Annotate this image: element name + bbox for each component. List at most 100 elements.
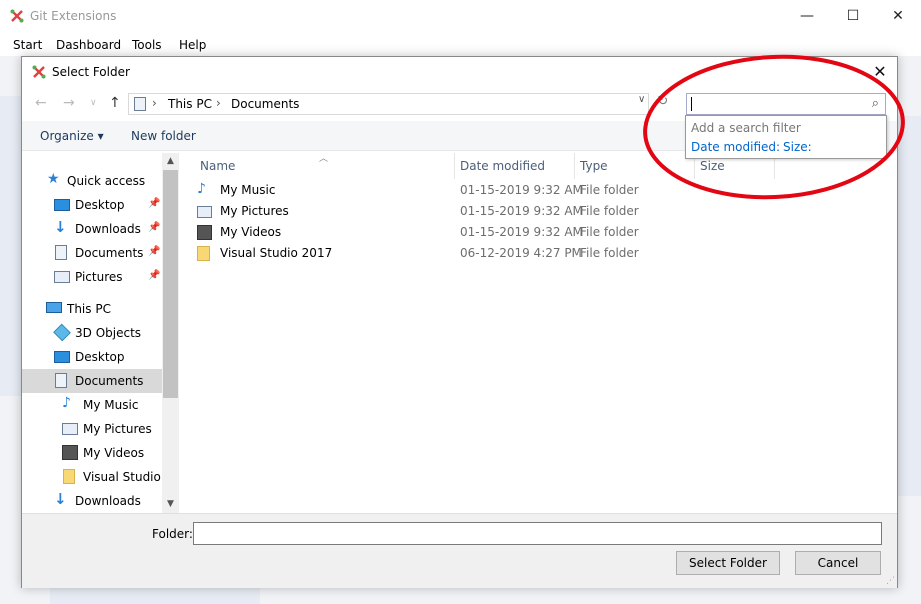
music-icon: ♪ [197, 181, 206, 197]
file-type: File folder [580, 246, 639, 260]
pin-icon[interactable]: 📌 [148, 270, 160, 281]
download-icon: ↓ [54, 490, 67, 508]
breadcrumb-this-pc[interactable]: This PC [168, 97, 212, 111]
file-row[interactable]: My Pictures 01-15-2019 9:32 AM File fold… [197, 201, 897, 222]
nav-item-my-pictures[interactable]: My Pictures [22, 417, 162, 441]
column-header-date-modified[interactable]: Date modified [460, 153, 545, 177]
cancel-button[interactable]: Cancel [795, 551, 881, 575]
file-name: My Videos [220, 225, 282, 239]
nav-item-label: My Music [83, 398, 139, 412]
select-folder-button[interactable]: Select Folder [676, 551, 780, 575]
nav-item-documents-selected[interactable]: Documents [22, 369, 162, 393]
file-name: Visual Studio 2017 [220, 246, 333, 260]
nav-item-downloads[interactable]: ↓ Downloads 📌 [22, 217, 162, 241]
file-type: File folder [580, 204, 639, 218]
pin-icon[interactable]: 📌 [148, 222, 160, 233]
nav-item-label: Downloads [75, 222, 141, 236]
column-divider[interactable] [574, 153, 575, 179]
nav-item-label: Desktop [75, 198, 125, 212]
nav-item-label: Pictures [75, 270, 123, 284]
organize-button[interactable]: Organize ▾ [40, 129, 104, 143]
nav-item-label: Desktop [75, 350, 125, 364]
computer-icon [46, 302, 62, 313]
nav-pane-scrollbar[interactable]: ▲ ▼ [162, 153, 179, 513]
folder-icon [63, 469, 75, 484]
nav-item-label: Documents [75, 246, 144, 260]
file-date: 01-15-2019 9:32 AM [460, 183, 583, 197]
documents-icon [134, 97, 146, 111]
scrollbar-thumb[interactable] [163, 170, 178, 398]
app-title: Git Extensions [30, 9, 117, 23]
git-extensions-logo-icon [10, 9, 24, 23]
up-arrow-icon[interactable]: ↑ [109, 95, 121, 111]
desktop-icon [54, 351, 70, 363]
scroll-up-icon[interactable]: ▲ [162, 153, 179, 170]
column-divider[interactable] [454, 153, 455, 179]
pictures-icon [54, 271, 70, 283]
video-icon [197, 225, 212, 240]
breadcrumb-separator: › [216, 96, 221, 110]
breadcrumb-documents[interactable]: Documents [231, 97, 299, 111]
menu-start[interactable]: Start [13, 38, 42, 52]
file-type: File folder [580, 225, 639, 239]
recent-locations-icon[interactable]: ∨ [90, 98, 97, 108]
nav-item-pictures[interactable]: Pictures 📌 [22, 265, 162, 289]
file-date: 01-15-2019 9:32 AM [460, 225, 583, 239]
new-folder-button[interactable]: New folder [131, 129, 196, 143]
resize-grip-icon[interactable]: ⋰ [886, 576, 895, 586]
menu-dashboard[interactable]: Dashboard [56, 38, 121, 52]
nav-item-my-videos[interactable]: My Videos [22, 441, 162, 465]
music-icon: ♪ [62, 395, 71, 411]
pin-icon[interactable]: 📌 [148, 246, 160, 257]
scroll-down-icon[interactable]: ▼ [162, 496, 179, 513]
nav-item-label: Downloads [75, 494, 141, 508]
file-name: My Music [220, 183, 276, 197]
nav-item-label: 3D Objects [75, 326, 142, 340]
nav-item-visual-studio[interactable]: Visual Studio 2 [22, 465, 162, 489]
dialog-footer: Folder: Select Folder Cancel ⋰ [22, 513, 897, 588]
nav-item-documents[interactable]: Documents 📌 [22, 241, 162, 265]
close-button[interactable]: ✕ [875, 0, 921, 32]
nav-item-label: Documents [75, 374, 144, 388]
nav-item-3d-objects[interactable]: 3D Objects [22, 321, 162, 345]
nav-item-quick-access[interactable]: ★ Quick access [22, 169, 162, 193]
nav-item-this-pc[interactable]: This PC [22, 297, 162, 321]
nav-item-downloads[interactable]: ↓ Downloads [22, 489, 162, 513]
nav-item-my-music[interactable]: ♪ My Music [22, 393, 162, 417]
column-header-name[interactable]: Name [200, 153, 235, 177]
forward-arrow-icon[interactable]: → [63, 95, 75, 111]
pin-icon[interactable]: 📌 [148, 198, 160, 209]
file-date: 01-15-2019 9:32 AM [460, 204, 583, 218]
maximize-button[interactable]: ☐ [830, 0, 876, 32]
column-header-type[interactable]: Type [580, 153, 608, 177]
back-arrow-icon[interactable]: ← [35, 95, 47, 111]
nav-item-desktop[interactable]: Desktop [22, 345, 162, 369]
address-bar[interactable]: › This PC › Documents [128, 93, 649, 115]
sort-ascending-icon: ︿ [319, 154, 329, 164]
desktop-icon [54, 199, 70, 211]
file-list: ︿ Name Date modified Type Size ♪ My Musi… [182, 153, 897, 513]
navigation-pane: ★ Quick access Desktop 📌 ↓ Downloads 📌 D… [22, 153, 179, 513]
documents-icon [55, 373, 67, 388]
documents-icon [55, 245, 67, 260]
menu-tools[interactable]: Tools [132, 38, 162, 52]
file-row[interactable]: Visual Studio 2017 06-12-2019 4:27 PM Fi… [197, 243, 897, 264]
nav-item-label: My Videos [83, 446, 145, 460]
file-name: My Pictures [220, 204, 289, 218]
download-icon: ↓ [54, 218, 67, 236]
cube-icon [53, 323, 71, 342]
star-icon: ★ [47, 171, 60, 187]
file-row[interactable]: My Videos 01-15-2019 9:32 AM File folder [197, 222, 897, 243]
pictures-icon [62, 423, 78, 435]
nav-item-label: Visual Studio 2 [83, 470, 162, 484]
minimize-button[interactable]: — [784, 0, 830, 32]
nav-item-desktop[interactable]: Desktop 📌 [22, 193, 162, 217]
nav-item-label: My Pictures [83, 422, 152, 436]
folder-input[interactable] [193, 522, 882, 545]
annotation-ellipse [643, 54, 905, 200]
video-icon [62, 445, 78, 460]
breadcrumb-separator: › [152, 96, 157, 110]
folder-label: Folder: [152, 527, 193, 541]
menu-help[interactable]: Help [179, 38, 206, 52]
git-extensions-logo-icon [32, 65, 46, 79]
